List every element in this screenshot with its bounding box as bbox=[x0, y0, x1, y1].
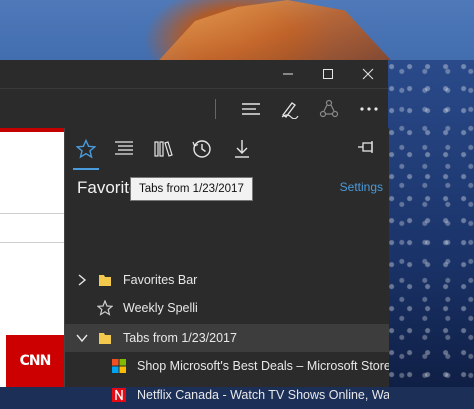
books-icon bbox=[154, 141, 173, 157]
maximize-icon bbox=[323, 69, 333, 79]
share-icon bbox=[319, 99, 339, 118]
web-note-icon bbox=[281, 102, 299, 119]
weekly-spelling-favorite[interactable]: Weekly Spelli bbox=[65, 294, 389, 322]
web-note-button[interactable] bbox=[272, 93, 306, 125]
cnn-logo[interactable]: CNN bbox=[6, 335, 64, 387]
maximize-button[interactable] bbox=[308, 60, 348, 88]
netflix-icon bbox=[112, 388, 126, 402]
tab-reading-list[interactable] bbox=[107, 134, 141, 164]
tab-favorites[interactable] bbox=[69, 134, 103, 170]
tabs-folder[interactable]: Tabs from 1/23/2017 bbox=[65, 324, 389, 352]
reading-list-icon bbox=[115, 141, 133, 155]
browser-toolbar bbox=[0, 88, 388, 129]
list-item-label: Favorites Bar bbox=[123, 273, 198, 287]
page-top-bar bbox=[0, 128, 64, 132]
star-icon bbox=[76, 139, 96, 159]
snowy-trees bbox=[388, 60, 474, 387]
netflix-favorite[interactable]: Netflix Canada - Watch TV Shows Online, … bbox=[65, 381, 389, 409]
hub-button[interactable] bbox=[234, 93, 268, 125]
minimize-icon bbox=[283, 73, 293, 75]
list-item-label: Weekly Spelli bbox=[123, 301, 198, 315]
hub-icon bbox=[242, 103, 260, 115]
list-item-label: Tabs from 1/23/2017 bbox=[123, 331, 237, 345]
more-icon bbox=[360, 107, 378, 111]
microsoft-store-favorite[interactable]: Shop Microsoft's Best Deals – Microsoft … bbox=[65, 352, 389, 380]
history-icon bbox=[192, 140, 211, 158]
pin-icon bbox=[358, 141, 373, 153]
pin-pane-button[interactable] bbox=[357, 140, 381, 160]
tab-history[interactable] bbox=[185, 134, 219, 164]
more-button[interactable] bbox=[352, 93, 386, 125]
star-outline-icon bbox=[97, 300, 113, 316]
toolbar-divider bbox=[215, 99, 216, 119]
chevron-down-icon[interactable] bbox=[75, 331, 89, 345]
minimize-button[interactable] bbox=[268, 60, 308, 88]
chevron-right-icon[interactable] bbox=[75, 273, 89, 287]
settings-link[interactable]: Settings bbox=[340, 180, 383, 194]
folder-icon bbox=[99, 333, 111, 344]
list-item-label: Shop Microsoft's Best Deals – Microsoft … bbox=[137, 359, 389, 373]
share-button[interactable] bbox=[312, 93, 346, 125]
microsoft-logo-icon bbox=[112, 359, 126, 373]
favorites-bar-folder[interactable]: Favorites Bar bbox=[65, 266, 389, 294]
folder-icon bbox=[99, 275, 111, 286]
page-search-field[interactable] bbox=[0, 213, 64, 243]
tooltip: Tabs from 1/23/2017 bbox=[130, 177, 253, 201]
hub-tab-bar bbox=[65, 128, 389, 172]
download-icon bbox=[235, 140, 249, 158]
favorites-hub-panel: Favorites Settings Favorites Bar Weekly … bbox=[64, 128, 389, 402]
edge-browser-window: CNN Favorites Settings Favorites Bar Wee… bbox=[0, 60, 389, 402]
tab-books[interactable] bbox=[147, 134, 181, 164]
close-button[interactable] bbox=[348, 60, 388, 88]
tab-downloads[interactable] bbox=[225, 134, 259, 164]
title-bar bbox=[0, 60, 388, 88]
webpage-content: CNN bbox=[0, 128, 64, 387]
list-item-label: Netflix Canada - Watch TV Shows Online, … bbox=[137, 388, 389, 402]
close-icon bbox=[362, 68, 374, 80]
